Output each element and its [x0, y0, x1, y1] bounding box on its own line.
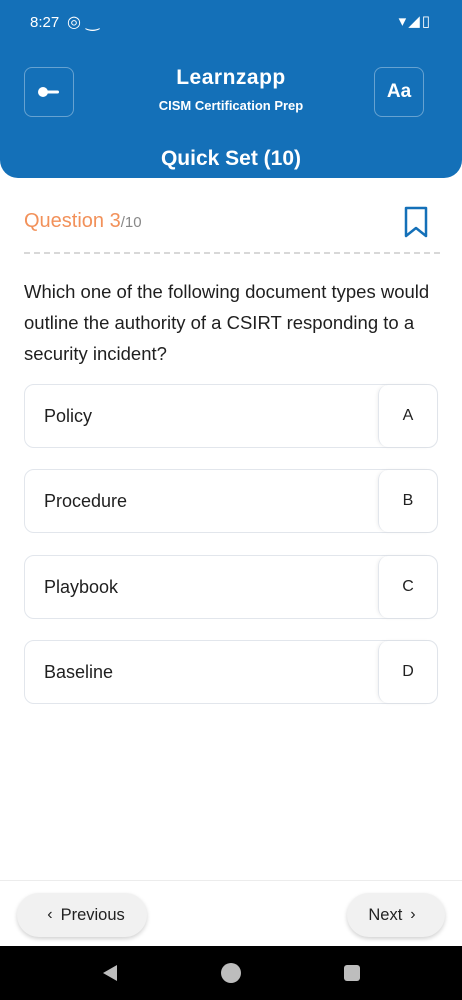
font-size-button[interactable]: Aa [374, 67, 424, 117]
status-icons-left: ◎ ‿ [67, 12, 99, 31]
chevron-left-icon: ‹ [47, 906, 53, 923]
option-letter: A [378, 385, 437, 447]
next-button[interactable]: Next › [347, 893, 445, 937]
option-letter: C [378, 556, 437, 618]
option-d[interactable]: Baseline D [24, 640, 438, 704]
signal-icon: ◢ [408, 12, 422, 30]
option-text: Baseline [44, 662, 114, 682]
previous-label: Previous [60, 905, 125, 924]
app-header: 8:27 ◎ ‿ ▾◢▯ Learnzapp CISM Certificatio… [0, 0, 462, 178]
system-recents-icon[interactable] [344, 965, 360, 981]
option-text: Policy [44, 406, 93, 426]
next-label: Next [368, 905, 403, 924]
status-bar: 8:27 ◎ ‿ ▾◢▯ [0, 0, 462, 46]
option-letter: D [378, 641, 437, 703]
option-letter: B [378, 470, 437, 532]
bookmark-icon[interactable] [403, 205, 429, 239]
option-text: Procedure [44, 491, 128, 511]
bottom-divider [0, 880, 462, 881]
option-text: Playbook [44, 577, 119, 597]
question-number: Question 3/10 [24, 210, 142, 233]
previous-button[interactable]: ‹ Previous [17, 893, 147, 937]
location-icon: ◎ [67, 12, 81, 31]
tilde-icon: ‿ [86, 12, 99, 31]
system-home-icon[interactable] [221, 963, 241, 983]
system-nav-bar [0, 946, 462, 1000]
question-text: Which one of the following document type… [24, 281, 430, 364]
question-total: /10 [120, 214, 142, 231]
option-b[interactable]: Procedure B [24, 469, 438, 533]
divider [24, 252, 440, 254]
set-title: Quick Set (10) [160, 147, 302, 170]
option-c[interactable]: Playbook C [24, 555, 438, 619]
question-label: Question 3 [24, 210, 121, 232]
battery-icon: ▯ [421, 12, 432, 30]
status-icons-right: ▾◢▯ [399, 12, 432, 30]
status-time: 8:27 [30, 14, 60, 31]
option-a[interactable]: Policy A [24, 384, 438, 448]
system-back-icon[interactable] [103, 965, 117, 981]
wifi-icon: ▾ [398, 12, 409, 30]
chevron-right-icon: › [410, 906, 416, 923]
